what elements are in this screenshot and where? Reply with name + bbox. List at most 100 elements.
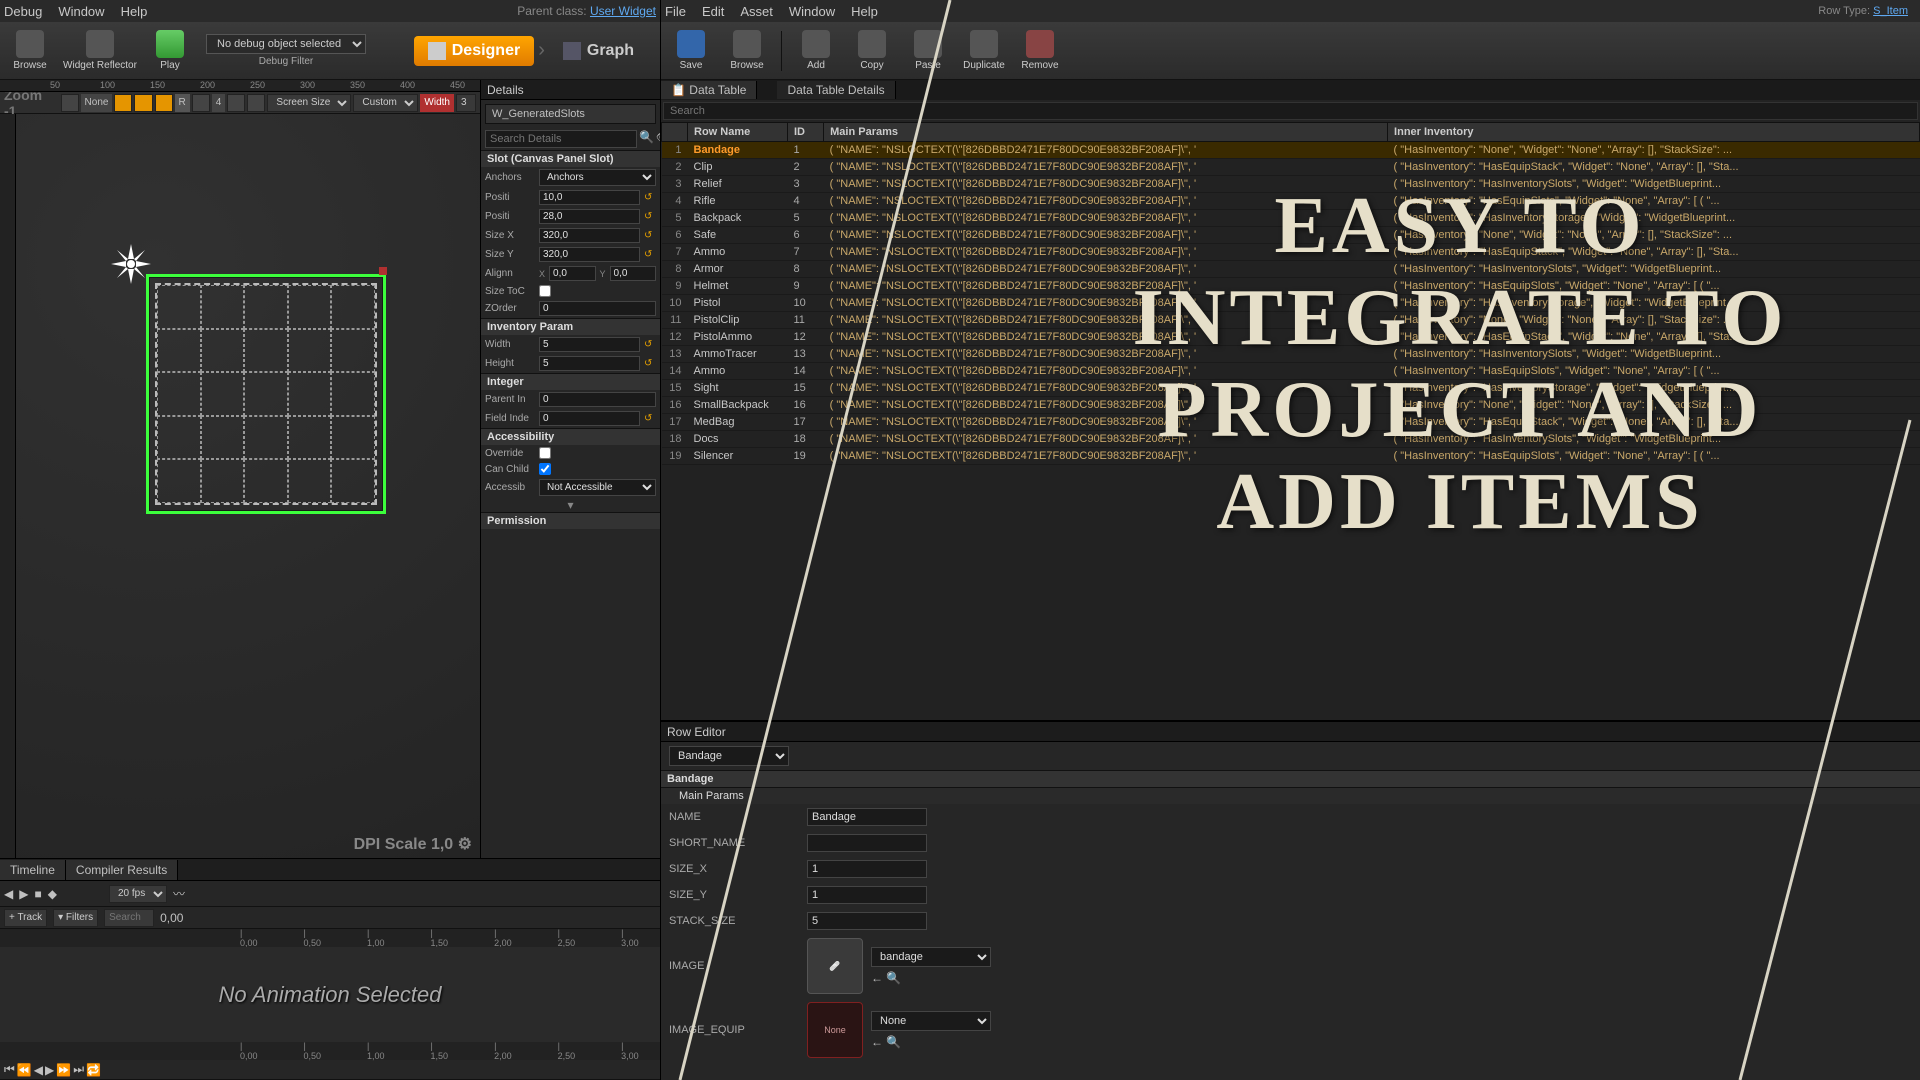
arrow-icon[interactable]: ←: [871, 971, 883, 985]
menu-window[interactable]: Window: [58, 4, 104, 19]
expand-icon[interactable]: ▾: [481, 498, 660, 512]
table-row[interactable]: 16SmallBackpack16( "NAME": "NSLOCTEXT(\"…: [662, 397, 1920, 414]
tl-search[interactable]: [104, 909, 154, 927]
opt-btn-6[interactable]: [192, 94, 210, 112]
table-row[interactable]: 3Relief3( "NAME": "NSLOCTEXT(\"[826DBBD2…: [662, 176, 1920, 193]
tl-step-fwd-icon[interactable]: ⏩: [56, 1063, 71, 1077]
parent-inv-input[interactable]: [539, 392, 656, 407]
gear-icon[interactable]: ⚙: [458, 836, 472, 853]
opt-4[interactable]: 4: [212, 94, 226, 112]
reset-icon[interactable]: ↺: [644, 358, 656, 370]
tab-compiler-results[interactable]: Compiler Results: [66, 860, 178, 880]
paste-button[interactable]: Paste: [902, 25, 954, 77]
re-stack-input[interactable]: [807, 912, 927, 930]
tab-data-table[interactable]: 📋 Data Table: [661, 81, 757, 99]
opt-r[interactable]: R: [175, 94, 190, 112]
col-inner-inventory[interactable]: Inner Inventory: [1388, 123, 1920, 142]
table-row[interactable]: 9Helmet9( "NAME": "NSLOCTEXT(\"[826DBBD2…: [662, 278, 1920, 295]
width-input[interactable]: [539, 337, 640, 352]
debug-object-select[interactable]: No debug object selected: [206, 34, 366, 54]
image-equip-thumb[interactable]: None: [807, 1002, 863, 1058]
can-children-check[interactable]: [539, 463, 551, 475]
graph-tab[interactable]: Graph: [549, 36, 648, 66]
reset-icon[interactable]: ↺: [644, 230, 656, 242]
tl-stop-icon[interactable]: ■: [34, 887, 41, 901]
parent-class-link[interactable]: User Widget: [590, 4, 656, 18]
menu-help[interactable]: Help: [121, 4, 148, 19]
re-sizey-input[interactable]: [807, 886, 927, 904]
col-index[interactable]: [662, 123, 688, 142]
reset-icon[interactable]: ↺: [644, 211, 656, 223]
tl-goto-start-icon[interactable]: ⏮: [4, 1062, 15, 1077]
row-section-main[interactable]: Main Params: [661, 787, 1920, 804]
menu-help-r[interactable]: Help: [851, 4, 878, 19]
duplicate-button[interactable]: Duplicate: [958, 25, 1010, 77]
table-row[interactable]: 4Rifle4( "NAME": "NSLOCTEXT(\"[826DBBD24…: [662, 193, 1920, 210]
table-row[interactable]: 1Bandage1( "NAME": "NSLOCTEXT(\"[826DBBD…: [662, 142, 1920, 159]
tab-data-table-details[interactable]: Data Table Details: [777, 81, 895, 99]
reset-icon[interactable]: ↺: [644, 249, 656, 261]
tab-timeline[interactable]: Timeline: [0, 860, 66, 880]
col-row-name[interactable]: Row Name: [688, 123, 788, 142]
anchor-handle[interactable]: [379, 267, 387, 275]
table-row[interactable]: 18Docs18( "NAME": "NSLOCTEXT(\"[826DBBD2…: [662, 431, 1920, 448]
add-button[interactable]: Add: [790, 25, 842, 77]
copy-button[interactable]: Copy: [846, 25, 898, 77]
re-name-input[interactable]: [807, 808, 927, 826]
size-to-content-check[interactable]: [539, 285, 551, 297]
filters-button[interactable]: ▾ Filters: [53, 909, 98, 927]
save-button[interactable]: Save: [665, 25, 717, 77]
table-row[interactable]: 13AmmoTracer13( "NAME": "NSLOCTEXT(\"[82…: [662, 346, 1920, 363]
col-main-params[interactable]: Main Params: [824, 123, 1388, 142]
align-x-input[interactable]: [549, 266, 595, 281]
table-row[interactable]: 2Clip2( "NAME": "NSLOCTEXT(\"[826DBBD247…: [662, 159, 1920, 176]
override-check[interactable]: [539, 447, 551, 459]
table-row[interactable]: 10Pistol10( "NAME": "NSLOCTEXT(\"[826DBB…: [662, 295, 1920, 312]
opt-btn-3[interactable]: [114, 94, 132, 112]
dt-search[interactable]: [663, 102, 1918, 120]
table-row[interactable]: 19Silencer19( "NAME": "NSLOCTEXT(\"[826D…: [662, 448, 1920, 465]
table-row[interactable]: 11PistolClip11( "NAME": "NSLOCTEXT(\"[82…: [662, 312, 1920, 329]
image-select[interactable]: bandage: [871, 947, 991, 967]
opt-none[interactable]: None: [81, 94, 113, 112]
inventory-section[interactable]: Inventory Param: [481, 318, 660, 335]
selected-widget[interactable]: [146, 274, 386, 514]
tl-prev-icon[interactable]: ◀: [4, 887, 13, 901]
screen-size-select[interactable]: Screen Size: [267, 94, 351, 112]
zorder-input[interactable]: [539, 301, 656, 316]
opt-btn-8[interactable]: [247, 94, 265, 112]
align-y-input[interactable]: [610, 266, 656, 281]
details-search[interactable]: [485, 130, 637, 148]
designer-tab[interactable]: Designer: [414, 36, 534, 66]
tl-play-icon[interactable]: ▶: [19, 887, 28, 901]
position-x-input[interactable]: [539, 190, 640, 205]
accessible-select[interactable]: Not Accessible: [539, 479, 656, 496]
table-row[interactable]: 7Ammo7( "NAME": "NSLOCTEXT(\"[826DBBD247…: [662, 244, 1920, 261]
tl-key-icon[interactable]: ◆: [48, 887, 57, 901]
height-input[interactable]: [539, 356, 640, 371]
integer-section[interactable]: Integer: [481, 373, 660, 390]
re-sizex-input[interactable]: [807, 860, 927, 878]
tl-reverse-icon[interactable]: ◀: [34, 1063, 43, 1077]
reset-icon[interactable]: ↺: [644, 413, 656, 425]
browse-button[interactable]: Browse: [4, 25, 56, 77]
table-row[interactable]: 5Backpack5( "NAME": "NSLOCTEXT(\"[826DBB…: [662, 210, 1920, 227]
play-button[interactable]: Play: [144, 25, 196, 77]
field-idx-input[interactable]: [539, 411, 640, 426]
remove-button[interactable]: Remove: [1014, 25, 1066, 77]
widget-breadcrumb[interactable]: W_GeneratedSlots: [485, 104, 656, 124]
menu-edit[interactable]: Edit: [702, 4, 724, 19]
row-select[interactable]: Bandage: [669, 746, 789, 766]
table-row[interactable]: 14Ammo14( "NAME": "NSLOCTEXT(\"[826DBBD2…: [662, 363, 1920, 380]
accessibility-section[interactable]: Accessibility: [481, 428, 660, 445]
tl-loop-icon[interactable]: 🔁: [86, 1063, 101, 1077]
search-icon[interactable]: 🔍: [886, 1035, 901, 1049]
size-y-input[interactable]: [539, 247, 640, 262]
re-short-input[interactable]: [807, 834, 927, 852]
opt-btn-5[interactable]: [155, 94, 173, 112]
designer-viewport[interactable]: DPI Scale 1,0 ⚙: [16, 114, 480, 858]
tl-play2-icon[interactable]: ▶: [45, 1063, 54, 1077]
add-track-button[interactable]: + Track: [4, 909, 47, 927]
menu-debug[interactable]: Debug: [4, 4, 42, 19]
table-row[interactable]: 6Safe6( "NAME": "NSLOCTEXT(\"[826DBBD247…: [662, 227, 1920, 244]
